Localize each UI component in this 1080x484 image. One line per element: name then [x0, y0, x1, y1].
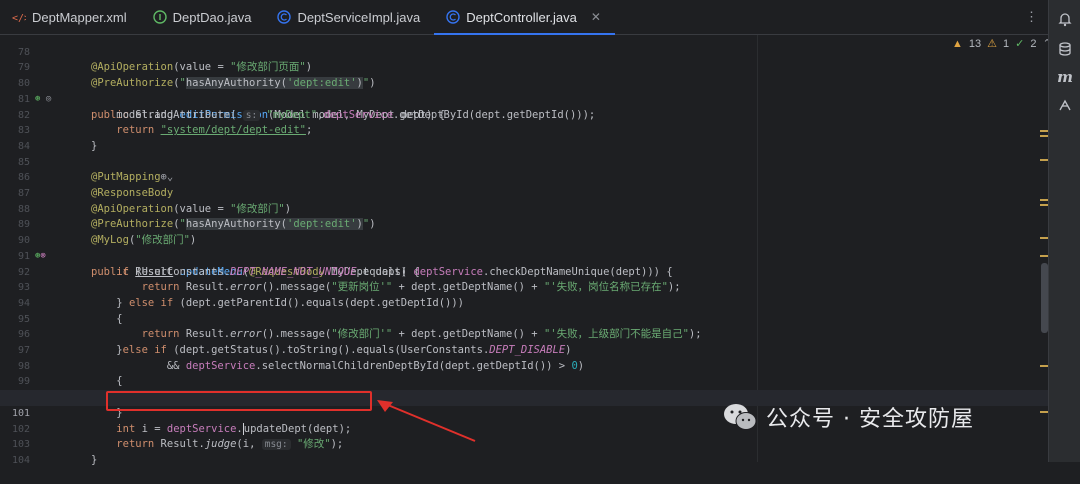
code-line: 87 @ApiOperation(value = "修改部门") — [0, 170, 1048, 215]
class-file-icon — [446, 10, 460, 24]
profiler-icon[interactable] — [1049, 92, 1080, 118]
code-line: 79 @PreAuthorize("hasAnyAuthority('dept:… — [0, 45, 1048, 90]
line-number: 104 — [11, 454, 30, 466]
annotation-arrow-icon — [377, 400, 476, 442]
code-line: 91 if (UserConstants.DEPT_NAME_NOT_UNIQU… — [0, 233, 1048, 278]
code-line: 98 { — [0, 343, 1048, 388]
code-line: 94 { — [0, 280, 1048, 325]
code-line: 81 model.addAttribute( s: "myDept",deptS… — [0, 76, 1048, 121]
code-line: 97 && deptService.selectNormalChildrenDe… — [0, 327, 1048, 372]
code-line: 82 return "system/dept/dept-edit"; — [0, 92, 1048, 137]
code-line: 100 } — [0, 374, 1048, 419]
wechat-logo-icon — [724, 404, 757, 430]
code-line: 104 — [0, 437, 1048, 466]
code-line: 83 } — [0, 108, 1048, 152]
code-line: 96 }else if (dept.getStatus().toString()… — [0, 312, 1048, 356]
class-file-icon — [277, 10, 292, 24]
code-line: 89 @MyLog("修改部门") — [0, 202, 1048, 246]
markdown-icon[interactable]: m — [1049, 64, 1080, 90]
tab-label: DeptDao.java — [172, 9, 252, 25]
vertical-scrollbar-thumb[interactable] — [1041, 263, 1048, 333]
svg-text:</>: </> — [12, 13, 26, 24]
tab-label: DeptServiceImpl.java — [297, 9, 421, 25]
code-line: 93 } else if (dept.getParentId().equals(… — [0, 265, 1048, 309]
notifications-icon[interactable] — [1049, 6, 1080, 32]
tab-label: DeptMapper.xml — [32, 9, 127, 25]
code-line: 84 — [0, 123, 1048, 152]
watermark-text: 公众号 · 安全攻防屋 — [766, 407, 974, 432]
code-line: 80 ⊛ ◎ public String editPermission(Mode… — [0, 60, 1048, 120]
database-icon[interactable] — [1049, 36, 1080, 62]
code-line: 90 ⊛⊗ public Result updateMenu(@RequestB… — [0, 217, 1048, 277]
code-line: 88 @PreAuthorize("hasAnyAuthority('dept:… — [0, 186, 1048, 231]
code-line: 86 @ResponseBody — [0, 155, 1048, 199]
code-line: 78 @ApiOperation(value = "修改部门页面") — [0, 29, 1048, 74]
code-line: 92 return Result.error().message("更新岗位'"… — [0, 249, 1048, 294]
code-line: 85 @PutMapping⊕⌄ — [0, 139, 1048, 184]
highlight-box — [106, 391, 372, 411]
close-tab-icon[interactable]: ✕ — [591, 10, 601, 24]
watermark: 公众号 · 安全攻防屋 — [722, 401, 974, 433]
xml-file-icon: </> — [12, 10, 26, 24]
code-line: 95 return Result.error().message("修改部门'"… — [0, 296, 1048, 341]
right-tool-sidebar: m — [1048, 0, 1080, 462]
tab-label: DeptController.java — [466, 9, 577, 25]
code-line: 99 return Result.error().message("该部门包含未… — [0, 359, 1048, 403]
more-tabs-icon[interactable]: ⋮ — [1025, 10, 1038, 25]
interface-file-icon — [152, 10, 167, 24]
